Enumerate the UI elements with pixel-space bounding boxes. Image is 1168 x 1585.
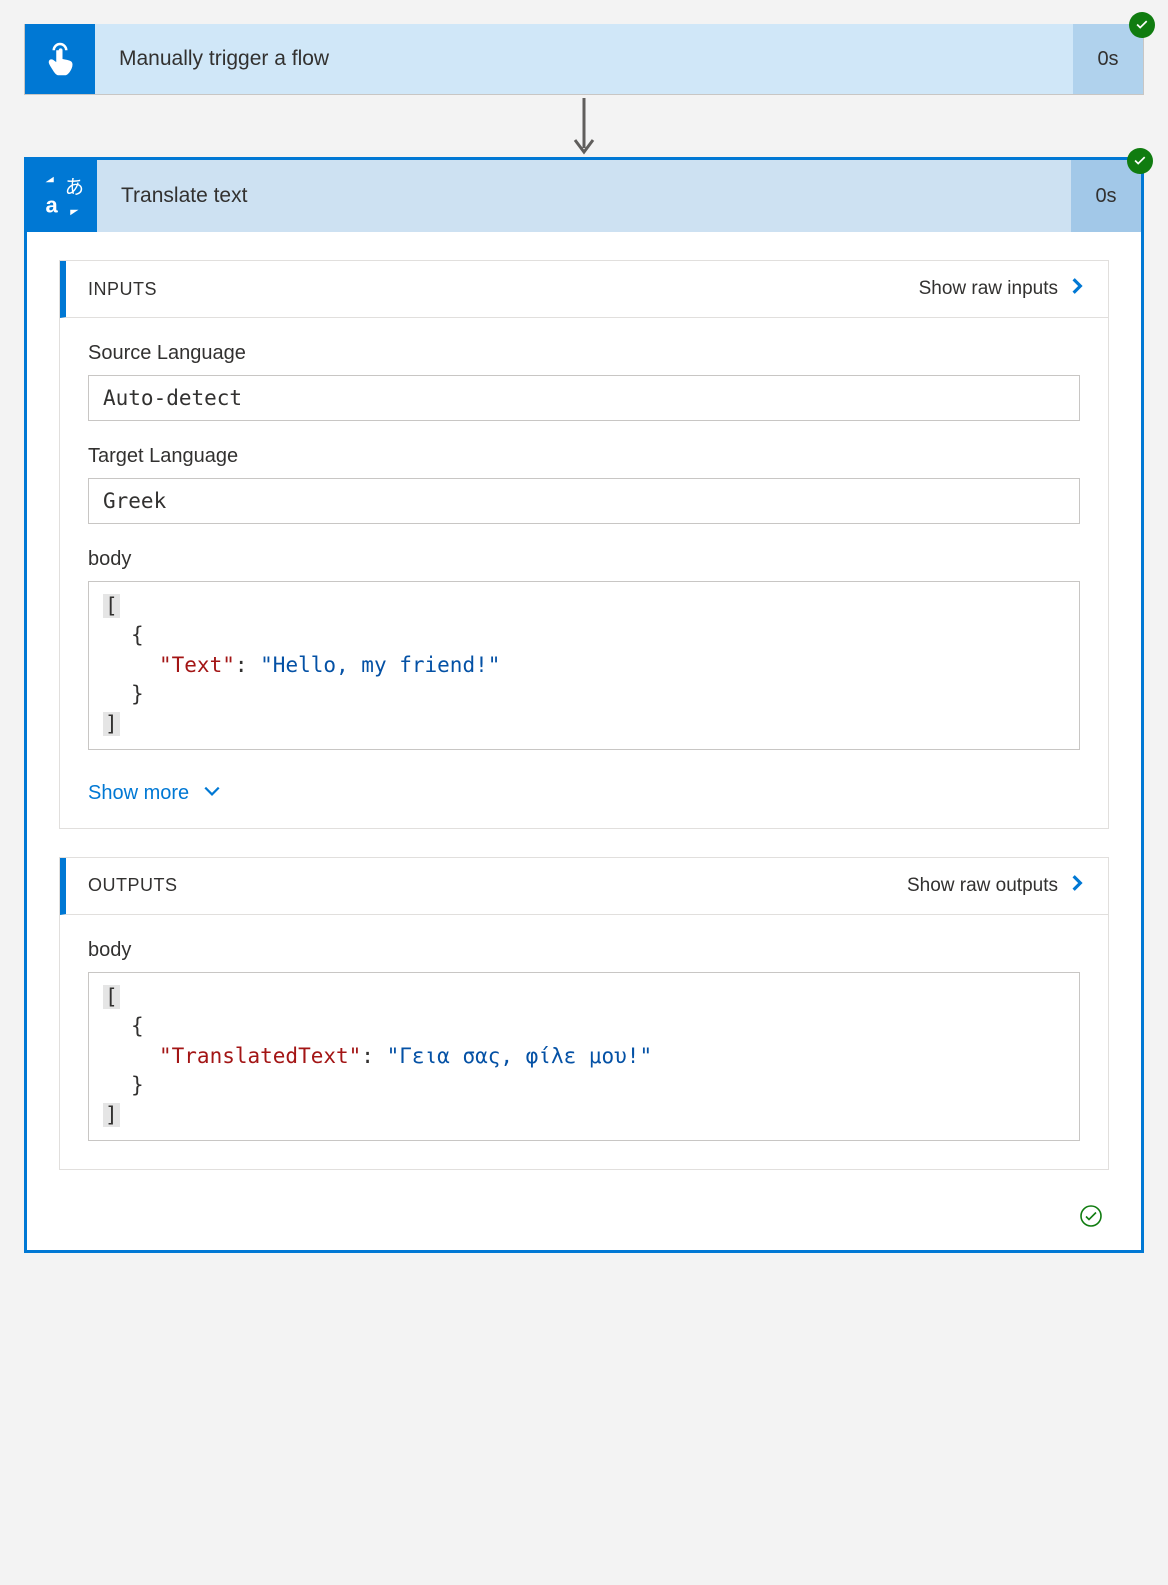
target-language-value: Greek	[88, 478, 1080, 524]
inputs-label: INPUTS	[88, 279, 157, 300]
inputs-content: Source Language Auto-detect Target Langu…	[60, 318, 1108, 778]
show-raw-inputs-text: Show raw inputs	[919, 278, 1058, 300]
trigger-card[interactable]: Manually trigger a flow 0s	[24, 24, 1144, 95]
success-badge	[1127, 148, 1153, 174]
inputs-body-code: [ { "Text": "Hello, my friend!" } ]	[88, 581, 1080, 750]
inputs-header: INPUTS Show raw inputs	[60, 261, 1108, 318]
chevron-right-icon	[1068, 277, 1086, 301]
show-raw-inputs-link[interactable]: Show raw inputs	[919, 277, 1086, 301]
trigger-title: Manually trigger a flow	[95, 24, 1073, 94]
svg-text:あ: あ	[65, 177, 84, 198]
translate-icon: あ a	[27, 160, 97, 232]
check-circle-outline-icon	[1079, 1204, 1103, 1228]
outputs-body-label: body	[88, 939, 1080, 962]
show-more-text: Show more	[88, 782, 189, 805]
success-badge	[1129, 12, 1155, 38]
check-icon	[1132, 153, 1148, 169]
footer-status	[59, 1198, 1109, 1228]
inputs-section: INPUTS Show raw inputs Source Language A…	[59, 260, 1109, 829]
outputs-section: OUTPUTS Show raw outputs body [ {	[59, 857, 1109, 1170]
inputs-body-label: body	[88, 548, 1080, 571]
chevron-right-icon	[1068, 874, 1086, 898]
trigger-header: Manually trigger a flow 0s	[25, 24, 1143, 94]
show-more-link[interactable]: Show more	[60, 778, 249, 828]
chevron-down-icon	[203, 782, 221, 806]
json-value: "Hello, my friend!"	[260, 653, 500, 677]
inputs-body-field: body [ { "Text": "Hello, my friend!" } ]	[88, 548, 1080, 750]
outputs-header: OUTPUTS Show raw outputs	[60, 858, 1108, 915]
target-language-label: Target Language	[88, 445, 1080, 468]
action-title: Translate text	[97, 160, 1071, 232]
show-raw-outputs-link[interactable]: Show raw outputs	[907, 874, 1086, 898]
target-language-field: Target Language Greek	[88, 445, 1080, 524]
json-key: "Text"	[159, 653, 235, 677]
outputs-body-field: body [ { "TranslatedText": "Γεια σας, φί…	[88, 939, 1080, 1141]
action-card[interactable]: あ a Translate text 0s INPUTS Show raw in…	[24, 157, 1144, 1253]
outputs-content: body [ { "TranslatedText": "Γεια σας, φί…	[60, 915, 1108, 1169]
check-icon	[1134, 17, 1150, 33]
source-language-field: Source Language Auto-detect	[88, 342, 1080, 421]
source-language-value: Auto-detect	[88, 375, 1080, 421]
show-raw-outputs-text: Show raw outputs	[907, 875, 1058, 897]
outputs-label: OUTPUTS	[88, 875, 178, 896]
action-header: あ a Translate text 0s	[27, 160, 1141, 232]
arrow-down-icon	[569, 96, 599, 156]
json-value: "Γεια σας, φίλε μου!"	[387, 1044, 653, 1068]
tap-icon	[25, 24, 95, 94]
action-body: INPUTS Show raw inputs Source Language A…	[27, 232, 1141, 1250]
svg-text:a: a	[46, 193, 59, 218]
outputs-body-code: [ { "TranslatedText": "Γεια σας, φίλε μο…	[88, 972, 1080, 1141]
flow-canvas: Manually trigger a flow 0s あ a Translate…	[24, 24, 1144, 1253]
flow-arrow	[569, 95, 599, 157]
json-key: "TranslatedText"	[159, 1044, 361, 1068]
source-language-label: Source Language	[88, 342, 1080, 365]
